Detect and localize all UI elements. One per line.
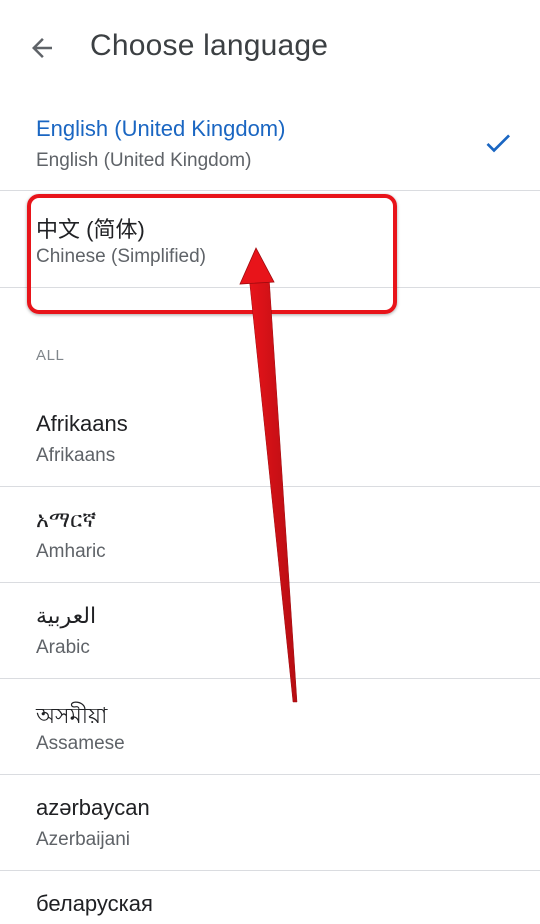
divider [0,870,540,871]
language-native-name: العربية [36,603,97,628]
language-item-selected[interactable]: English (United Kingdom) English (United… [0,97,540,193]
language-item[interactable]: беларуская [0,872,540,924]
language-english-name: Afrikaans [36,445,116,466]
language-native-name: 中文 (简体) [36,217,145,242]
language-native-name: অসমীয়া [36,703,108,728]
language-native-name: azərbaycan [36,795,150,820]
section-label-all: ALL [36,347,65,364]
language-english-name: Arabic [36,637,90,658]
choose-language-screen: Choose language English (United Kingdom)… [0,0,540,924]
checkmark-icon [486,134,510,153]
divider [0,678,540,679]
divider [0,486,540,487]
language-native-name: беларуская [36,891,153,916]
language-english-name: English (United Kingdom) [36,150,252,171]
divider [0,774,540,775]
page-title: Choose language [90,29,329,62]
language-item[interactable]: অসমীয়া Assamese [0,680,540,776]
language-english-name: Amharic [36,541,106,562]
language-native-name: Afrikaans [36,411,128,436]
language-item[interactable]: አማርኛ Amharic [0,488,540,584]
language-native-name: English (United Kingdom) [36,116,286,141]
language-item-suggested[interactable]: 中文 (简体) Chinese (Simplified) [0,193,540,289]
language-item[interactable]: azərbaycan Azerbaijani [0,776,540,872]
arrow-left-icon [32,38,52,58]
divider [0,582,540,583]
language-english-name: Azerbaijani [36,829,130,850]
app-bar: Choose language [0,0,540,96]
language-item[interactable]: العربية Arabic [0,584,540,680]
language-english-name: Chinese (Simplified) [36,246,207,267]
language-native-name: አማርኛ [36,507,97,532]
divider [0,287,540,288]
divider [0,190,540,191]
back-button[interactable] [20,28,64,68]
language-item[interactable]: Afrikaans Afrikaans [0,392,540,488]
language-english-name: Assamese [36,733,125,754]
